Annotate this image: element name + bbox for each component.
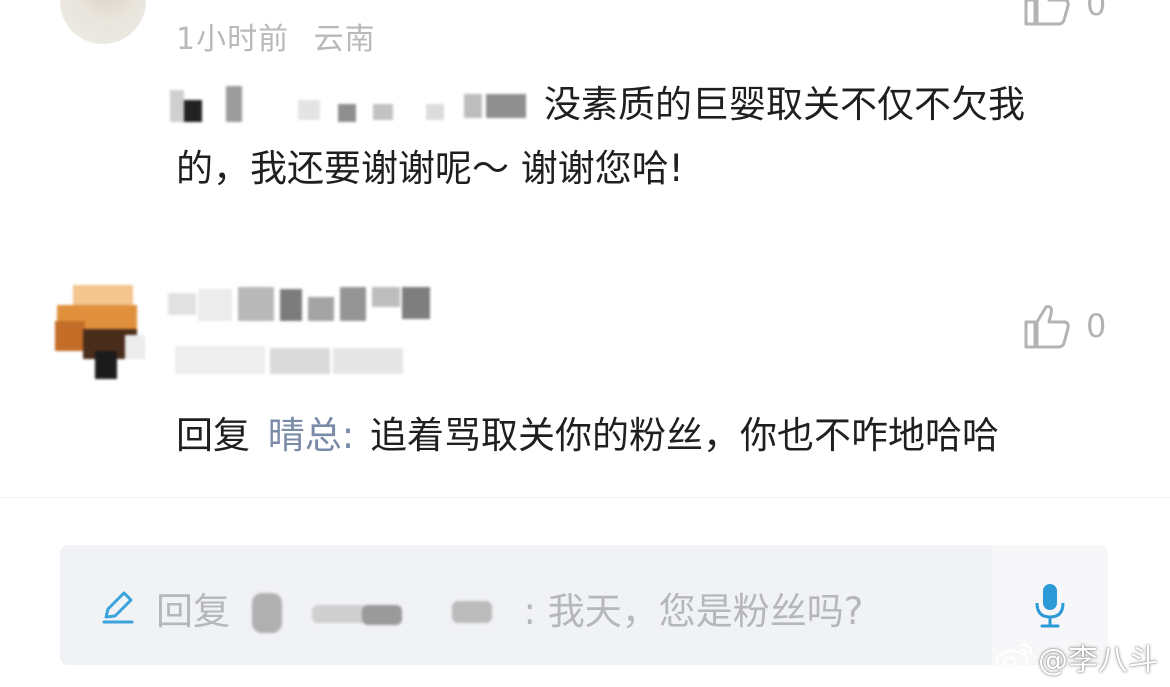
pixelated-username xyxy=(168,80,528,124)
avatar[interactable] xyxy=(60,0,146,44)
reply-colon: : xyxy=(341,414,355,457)
reply-placeholder-prefix: 回复 xyxy=(156,590,230,633)
thumbs-up-icon xyxy=(1024,0,1070,26)
microphone-icon xyxy=(1035,584,1065,628)
reply-body: 追着骂取关你的粉丝，你也不咋地哈哈 xyxy=(370,414,999,457)
comment-reply-text: 回复 晴总: 追着骂取关你的粉丝，你也不咋地哈哈 xyxy=(176,405,999,467)
like-button[interactable]: 0 xyxy=(1022,0,1106,26)
thumbs-up-icon xyxy=(1024,305,1070,349)
comment-location: 云南 xyxy=(313,22,376,57)
watermark: @李八斗 xyxy=(994,635,1158,679)
reply-to-user[interactable]: 晴总 xyxy=(268,414,342,457)
like-count: 0 xyxy=(1086,0,1107,23)
pixelated-username xyxy=(242,592,512,633)
like-count: 0 xyxy=(1086,307,1107,345)
reply-prefix: 回复 xyxy=(176,414,250,457)
pencil-icon xyxy=(102,591,134,624)
reply-placeholder: 回复 : 我天，您是粉丝吗? xyxy=(156,581,863,635)
comment-text-line2: 的，我还要谢谢呢～ 谢谢您哈! xyxy=(176,147,684,190)
comment-time: 1小时前 xyxy=(176,22,290,57)
watermark-text: @李八斗 xyxy=(1038,643,1158,678)
comment-meta: 1小时前 云南 xyxy=(176,14,376,58)
weibo-logo-icon xyxy=(995,643,1033,673)
reply-placeholder-text: : 我天，您是粉丝吗? xyxy=(523,590,864,633)
reply-input[interactable]: 回复 : 我天，您是粉丝吗? xyxy=(60,545,1108,665)
divider xyxy=(0,497,1170,498)
avatar[interactable] xyxy=(55,285,150,380)
comment-text-line1: 没素质的巨婴取关不仅不欠我 xyxy=(544,83,1025,126)
like-button[interactable]: 0 xyxy=(1022,303,1106,349)
pixelated-meta xyxy=(175,342,405,378)
pixelated-username xyxy=(168,285,438,327)
